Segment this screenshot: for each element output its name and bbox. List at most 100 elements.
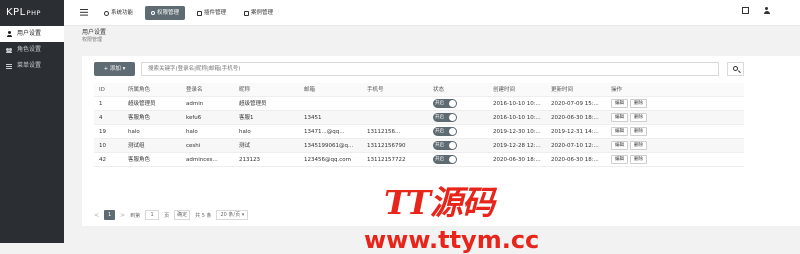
cell-updated: 2020-07-10 12:...	[551, 143, 599, 149]
cell-login: halo	[186, 129, 198, 135]
topnav-system[interactable]: 系统功能	[98, 6, 139, 20]
cell-nickname: halo	[239, 129, 251, 135]
cell-actions: 编辑 删除	[606, 139, 664, 152]
goto-page-input[interactable]: 1	[145, 210, 160, 220]
cell-status: 开启	[428, 139, 488, 152]
cell-updated: 2020-06-30 18:...	[551, 157, 599, 163]
topbar-right	[742, 7, 770, 14]
cell-role: 测试组	[128, 143, 145, 149]
col-header[interactable]: 所属角色	[123, 83, 181, 96]
status-toggle[interactable]: 开启	[433, 99, 457, 108]
cell-phone: 13112156790	[367, 143, 406, 149]
page-unit-label: 页	[164, 212, 170, 219]
cell-email	[299, 97, 362, 110]
cell-role: 客服角色	[128, 157, 151, 163]
status-toggle[interactable]: 开启	[433, 127, 457, 136]
watermark-url: www.ttym.cc	[364, 226, 540, 254]
table-row: 1 超级管理员 admin 超级管理员 开启 2016-10-10 10:...…	[94, 97, 744, 111]
cell-email: 13451	[304, 115, 322, 121]
cell-email: 123456@qq.com	[304, 157, 351, 163]
cell-status: 开启	[428, 111, 488, 124]
cell-nickname: 213123	[239, 157, 260, 163]
page-size-select[interactable]: 20 条/页 ▾	[216, 210, 249, 220]
cell-created: 2016-10-10 10:...	[493, 101, 541, 107]
user-table: ID 所属角色 登录名 昵称 邮箱 手机号 状态 创建时间 更新时间 操作 1 …	[94, 83, 744, 167]
cell-nickname: 测试	[239, 143, 251, 149]
goto-confirm-button[interactable]: 确定	[174, 210, 191, 220]
add-button[interactable]: + 添加 ▾	[94, 62, 135, 76]
table-row: 10 测试组 ceshi 测试 1345199061@q... 13112156…	[94, 139, 744, 153]
topnav-label: 权限管理	[157, 10, 180, 16]
col-header[interactable]: 状态	[428, 83, 488, 96]
hamburger-icon[interactable]	[80, 9, 88, 16]
col-header[interactable]: ID	[94, 83, 123, 96]
cell-role: 超级管理员	[128, 101, 156, 107]
breadcrumb: 用户设置 权限管理	[82, 29, 106, 44]
pagination: < 1 > 到第 1 页 确定 共 5 条 20 条/页 ▾	[94, 210, 249, 220]
sidebar-item-menu-settings[interactable]: 菜单设置	[0, 58, 64, 74]
plugin-icon	[197, 10, 203, 16]
users-icon	[6, 47, 12, 53]
cell-id: 19	[99, 129, 106, 135]
case-icon	[244, 10, 250, 16]
col-header[interactable]: 登录名	[181, 83, 234, 96]
status-toggle[interactable]: 开启	[433, 113, 457, 122]
current-page[interactable]: 1	[104, 210, 116, 220]
delete-button[interactable]: 删除	[630, 127, 647, 136]
edit-button[interactable]: 编辑	[611, 141, 628, 150]
search-input[interactable]	[141, 62, 719, 76]
goto-label: 到第	[130, 212, 141, 219]
edit-button[interactable]: 编辑	[611, 155, 628, 164]
delete-button[interactable]: 删除	[630, 155, 647, 164]
cell-login: adminces...	[186, 157, 218, 163]
prev-page-button[interactable]: <	[94, 212, 99, 219]
cell-status: 开启	[428, 125, 488, 138]
col-header[interactable]: 昵称	[234, 83, 299, 96]
delete-button[interactable]: 删除	[630, 113, 647, 122]
delete-button[interactable]: 删除	[630, 99, 647, 108]
cell-login: ceshi	[186, 143, 201, 149]
cell-updated: 2020-07-09 15:...	[551, 101, 599, 107]
cell-id: 1	[99, 101, 103, 107]
cell-actions: 编辑 删除	[606, 111, 664, 124]
cell-id: 10	[99, 143, 106, 149]
next-page-button[interactable]: >	[120, 212, 125, 219]
cell-role: halo	[128, 129, 140, 135]
topnav-permissions[interactable]: 权限管理	[145, 6, 186, 20]
cell-status: 开启	[428, 153, 488, 166]
sidebar-item-role-settings[interactable]: 角色设置	[0, 42, 64, 58]
status-toggle[interactable]: 开启	[433, 155, 457, 164]
logo-main: KPL	[6, 7, 26, 18]
table-row: 42 客服角色 adminces... 213123 123456@qq.com…	[94, 153, 744, 167]
edit-button[interactable]: 编辑	[611, 113, 628, 122]
col-header[interactable]: 邮箱	[299, 83, 362, 96]
app-logo[interactable]: KPLPHP	[0, 0, 64, 26]
cell-id: 42	[99, 157, 106, 163]
logo-sub: PHP	[26, 9, 41, 17]
sidebar-item-user-settings[interactable]: 用户设置	[0, 26, 64, 42]
table-row: 4 客服角色 kefu6 客服1 13451 开启 2016-10-10 10:…	[94, 111, 744, 125]
cell-nickname: 超级管理员	[239, 101, 267, 107]
status-toggle[interactable]: 开启	[433, 141, 457, 150]
topnav-cases[interactable]: 案例管理	[238, 6, 279, 20]
cell-actions: 编辑 删除	[606, 125, 664, 138]
col-header[interactable]: 手机号	[362, 83, 428, 96]
watermark-logo: TT源码	[384, 183, 495, 222]
topnav-plugins[interactable]: 插件管理	[191, 6, 232, 20]
topbar: 系统功能 权限管理 插件管理 案例管理	[64, 0, 800, 26]
main-content: 用户设置 权限管理 + 添加 ▾ ID 所属角色 登录名 昵称 邮箱 手机号 状…	[64, 26, 800, 254]
cell-nickname: 客服1	[239, 115, 254, 121]
table-header: ID 所属角色 登录名 昵称 邮箱 手机号 状态 创建时间 更新时间 操作	[94, 83, 744, 97]
edit-button[interactable]: 编辑	[611, 99, 628, 108]
sidebar-item-label: 角色设置	[17, 46, 42, 53]
col-header[interactable]: 创建时间	[488, 83, 546, 96]
search-button[interactable]	[727, 62, 744, 76]
fullscreen-icon[interactable]	[742, 7, 749, 14]
page-title: 用户设置	[82, 29, 107, 36]
delete-button[interactable]: 删除	[630, 141, 647, 150]
cell-status: 开启	[428, 97, 488, 110]
person-icon[interactable]	[763, 7, 770, 14]
col-header[interactable]: 更新时间	[546, 83, 606, 96]
edit-button[interactable]: 编辑	[611, 127, 628, 136]
cell-updated: 2020-06-30 18:...	[551, 115, 599, 121]
